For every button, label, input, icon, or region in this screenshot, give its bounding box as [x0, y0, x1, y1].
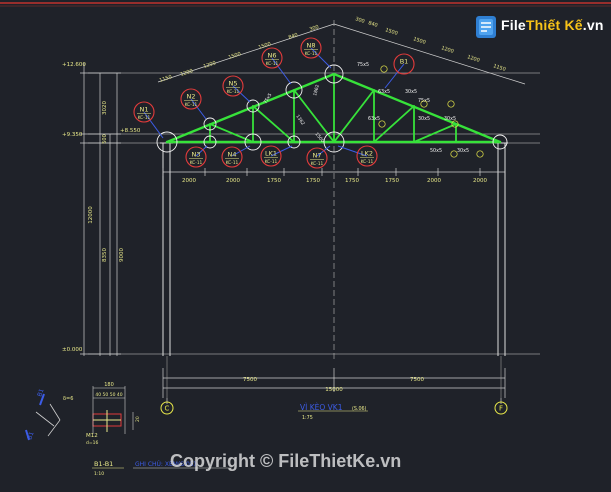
level-top: +12.600 [62, 62, 86, 68]
section-title: B1-B1 [94, 460, 113, 468]
member-ref-bubble [378, 120, 386, 128]
node-tag-code: KC-11 [138, 115, 151, 121]
level-ground: ±0.000 [62, 347, 83, 353]
node-tag-name: N8 [307, 42, 316, 50]
member-tag: 30x5 [457, 148, 469, 154]
top-dim-left: 1500 [258, 41, 272, 51]
detail-b1-graphic [92, 410, 122, 432]
member-tag: 30x5 [418, 116, 430, 122]
top-dim-left: 1500 [228, 51, 242, 61]
detail-dim-row: 40 50 50 40 [95, 392, 122, 398]
logo-part-file: File [501, 17, 526, 33]
bottom-panel-dim: 1750 [385, 178, 399, 184]
member-ref-bubble [450, 150, 458, 158]
left-dim-lines [80, 63, 121, 356]
top-dim-right: 1500 [384, 27, 398, 37]
level-bearing: +8.550 [120, 128, 141, 134]
top-dim-right: 1200 [440, 45, 454, 55]
span-total: 15000 [325, 387, 343, 393]
axis-bubble-f-label: F [499, 405, 503, 413]
truss-title-note: (S.06) [352, 406, 367, 412]
logo-part-vn: .vn [582, 17, 604, 33]
node-tag-name: LK1 [265, 150, 277, 158]
top-dim-right: 300 [354, 16, 365, 25]
top-dim-left: 1200 [180, 68, 194, 78]
top-dim-left: 300 [309, 24, 320, 33]
bottom-dim-lines [162, 171, 506, 404]
node-tag-name: N3 [192, 151, 201, 159]
member-tag: 1862 [312, 84, 321, 97]
node-tag-code: KC-11 [361, 159, 374, 165]
watermark-logo-text: FileThiết Kế.vn [501, 17, 604, 33]
node-tag-code: KC-11 [226, 160, 239, 166]
member-ref-bubble [380, 65, 388, 73]
node-tag-name: N5 [229, 80, 238, 88]
detail-b1-label-2: B1 [26, 431, 35, 441]
detail-thickness: δ=6 [63, 396, 73, 402]
left-dim: 500 [102, 134, 108, 144]
node-tag-code: KC-11 [265, 159, 278, 165]
bottom-panel-dim: 2000 [427, 178, 441, 184]
left-dim: 3020 [102, 101, 108, 115]
node-tag-code: KC-11 [185, 102, 198, 108]
span-right: 7500 [410, 377, 424, 383]
detail-bolt-d: d=16 [86, 440, 98, 446]
left-dim: 9000 [119, 248, 125, 262]
member-tag: 63x5 [368, 116, 380, 122]
node-tag-name: N4 [228, 151, 237, 159]
detail-bolt: M12 [86, 433, 98, 439]
bottom-panel-dim: 2000 [473, 178, 487, 184]
axis-bubble-c-label: C [165, 405, 170, 413]
node-tag-name: N2 [187, 93, 196, 101]
watermark-footer: Copyright © FileThietKe.vn [170, 451, 402, 471]
level-truss-bottom: +9.350 [62, 132, 83, 138]
member-tag: 63x5 [378, 89, 390, 95]
span-left: 7500 [243, 377, 257, 383]
node-tag-name: N1 [140, 106, 149, 114]
truss-scale: 1:75 [302, 415, 313, 421]
top-dim-right: 1500 [412, 36, 426, 46]
logo-icon [476, 16, 496, 38]
left-dim: 12000 [88, 206, 94, 224]
node-tag-code: KC-11 [190, 160, 203, 166]
node-tag-name: N6 [268, 52, 277, 60]
bottom-panel-dim: 2000 [182, 178, 196, 184]
cad-drawing-canvas[interactable]: 1150 1200 1200 1500 1500 840 300 300 840 1500 1500… [0, 0, 611, 487]
node-tag-code: KC-11 [311, 161, 324, 167]
section-scale: 1:10 [94, 471, 104, 477]
top-dim-right: 1200 [466, 54, 480, 64]
node-tag-name: LK2 [361, 150, 373, 158]
top-dim-right: 840 [367, 20, 378, 29]
angle-detail [35, 403, 61, 437]
bottom-panel-dim: 1750 [267, 178, 281, 184]
bottom-panel-dim: 2000 [226, 178, 240, 184]
member-tag: 50x5 [430, 148, 442, 154]
member-ref-bubble [447, 100, 455, 108]
top-dim-left: 1200 [203, 60, 217, 70]
member-tag: 75x5 [357, 62, 369, 68]
member-ref-bubble [476, 150, 484, 158]
member-tag: 1362 [294, 114, 306, 127]
left-dim: 8350 [102, 248, 108, 262]
logo-part-thietke: Thiết Kế [525, 17, 583, 33]
top-dim-right: 1150 [492, 63, 506, 73]
node-tag-code: KC-11 [305, 51, 318, 57]
node-tag-name: B1 [400, 58, 409, 66]
bottom-panel-dim: 1750 [306, 178, 320, 184]
detail-dim-side: 20 [135, 416, 141, 422]
node-tag-name: N7 [313, 152, 322, 160]
top-dim-left: 1150 [159, 74, 173, 84]
node-tag-code: KC-11 [227, 89, 240, 95]
node-tag-code: KC-11 [266, 61, 279, 67]
top-dim-left: 840 [288, 32, 299, 41]
detail-dim-top: 180 [104, 382, 114, 388]
bottom-panel-dim: 1750 [345, 178, 359, 184]
truss-title: VÌ KÈO VK1 [300, 403, 343, 412]
member-tag: 30x5 [405, 89, 417, 95]
